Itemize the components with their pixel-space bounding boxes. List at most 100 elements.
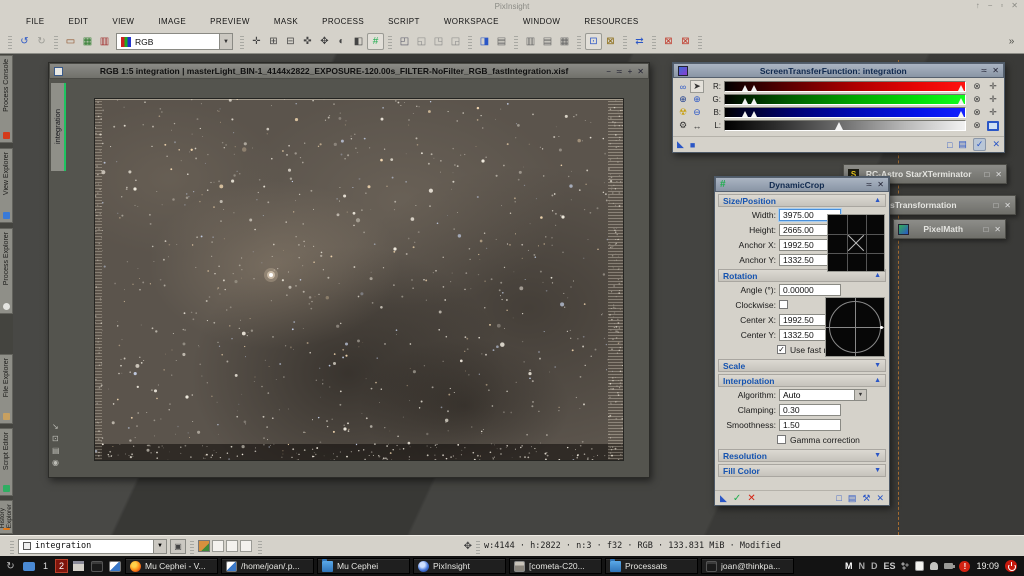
sidebar-item-view-explorer[interactable]: View Explorer xyxy=(0,148,13,223)
task-terminal[interactable]: joan@thinkpa... xyxy=(701,558,794,574)
stf-window[interactable]: ScreenTransferFunction: integration ≍ ✕ … xyxy=(672,62,1005,153)
reset-channel-icon[interactable]: ⊗ xyxy=(969,106,985,119)
task-folder-mu-cephei[interactable]: Mu Cephei xyxy=(317,558,410,574)
select-icon[interactable]: ⊡ xyxy=(52,434,60,443)
cursor-mode-icon[interactable]: ➤ xyxy=(690,80,704,93)
menu-file[interactable]: FILE xyxy=(14,17,57,26)
screen-stretch-icon[interactable]: ▦ xyxy=(79,33,96,50)
split-view-icon[interactable]: ◨ xyxy=(476,33,493,50)
midtone-handle[interactable] xyxy=(751,98,757,104)
menu-image[interactable]: IMAGE xyxy=(146,17,198,26)
resize-icon[interactable]: ↘ xyxy=(52,422,60,431)
expand-icon[interactable]: ▼ xyxy=(874,362,881,369)
stf-slider-b[interactable] xyxy=(724,107,966,118)
section-interpolation[interactable]: Interpolation ▲ xyxy=(718,374,886,387)
new-view-icon[interactable]: ◰ xyxy=(396,33,413,50)
toolbar-overflow-icon[interactable]: » xyxy=(1003,33,1020,50)
anchor-selector-grid[interactable] xyxy=(827,214,885,272)
close-screen-1-icon[interactable]: ⊠ xyxy=(660,33,677,50)
stf-close-icon[interactable]: ✕ xyxy=(992,66,999,75)
reset-channel-icon[interactable]: ⊗ xyxy=(969,119,985,132)
menu-workspace[interactable]: WORKSPACE xyxy=(432,17,511,26)
app-maximize-icon[interactable]: ▫ xyxy=(1000,1,1003,10)
expand-icon[interactable]: ▼ xyxy=(874,467,881,474)
crop-tool-icon[interactable]: # xyxy=(367,33,384,50)
task-cometa[interactable]: [cometa-C20... xyxy=(509,558,602,574)
highlight-handle[interactable] xyxy=(958,111,964,117)
show-desktop-icon[interactable] xyxy=(21,559,36,574)
shadow-handle[interactable] xyxy=(742,98,748,104)
notifications-icon[interactable] xyxy=(930,562,938,570)
highlight-handle[interactable] xyxy=(958,85,964,91)
stf-slider-l[interactable] xyxy=(724,120,966,131)
pixelmath-maximize-icon[interactable]: □ xyxy=(983,225,988,234)
pan-tool-icon[interactable]: ✛ xyxy=(248,33,265,50)
zoom-in-alt-icon[interactable]: ⊕ xyxy=(690,93,704,106)
screen-preview-icon[interactable] xyxy=(985,119,1001,132)
stf-slider-g[interactable] xyxy=(724,94,966,105)
sidebar-item-file-explorer[interactable]: File Explorer xyxy=(0,354,13,424)
workspace-thumb-1[interactable] xyxy=(198,540,210,552)
tray-indicator-n[interactable]: N xyxy=(858,561,865,571)
menu-edit[interactable]: EDIT xyxy=(57,17,101,26)
view-selector[interactable]: integration ▼ xyxy=(18,539,167,554)
highlight-handle[interactable] xyxy=(958,98,964,104)
reset-channel-icon[interactable]: ⊗ xyxy=(969,80,985,93)
image-shade-icon[interactable]: ≍ xyxy=(616,67,623,76)
tray-app-icon[interactable] xyxy=(901,562,909,570)
undo-icon[interactable]: ↺ xyxy=(16,33,33,50)
invert-display-icon[interactable]: ◐ xyxy=(333,33,350,50)
session-refresh-icon[interactable]: ↻ xyxy=(3,559,18,574)
app-restore-icon[interactable]: ↑ xyxy=(976,1,980,10)
starx-maximize-icon[interactable]: □ xyxy=(984,170,989,179)
shadows-range-icon[interactable]: ↔ xyxy=(690,119,704,132)
edit-channel-icon[interactable]: ✛ xyxy=(985,93,1001,106)
app-close-icon[interactable]: ✕ xyxy=(1011,1,1018,10)
curves-close-icon[interactable]: ✕ xyxy=(1004,201,1011,210)
move-tool-icon[interactable]: ✥ xyxy=(316,33,333,50)
edit-channel-icon[interactable]: ✛ xyxy=(985,80,1001,93)
alert-icon[interactable]: ! xyxy=(959,561,970,572)
pages-icon[interactable]: ▤ xyxy=(52,446,60,455)
menu-preview[interactable]: PREVIEW xyxy=(198,17,262,26)
terminal-launcher-icon[interactable] xyxy=(89,559,104,574)
auto-stretch-icon[interactable]: ☢ xyxy=(676,106,690,119)
task-folder-processats[interactable]: Processats xyxy=(605,558,698,574)
reset-icon[interactable]: ✕ xyxy=(992,139,1000,150)
fast-rotations-checkbox[interactable]: ✓ xyxy=(777,345,786,354)
close-view-icon[interactable]: ◲ xyxy=(447,33,464,50)
pixelmath-window[interactable]: PixelMath □ ✕ xyxy=(893,219,1006,239)
task-image-viewer[interactable]: /home/joan/.p... xyxy=(221,558,314,574)
window-cascade-icon[interactable]: ▤ xyxy=(539,33,556,50)
rotation-dial[interactable] xyxy=(825,297,885,357)
menu-mask[interactable]: MASK xyxy=(262,17,310,26)
workspace-2[interactable]: 2 xyxy=(55,559,68,573)
image-window-titlebar[interactable]: RGB 1:5 integration | masterLight_BIN-1_… xyxy=(49,63,649,79)
sidebar-item-process-console[interactable]: Process Console xyxy=(0,55,13,143)
dynamiccrop-window[interactable]: # DynamicCrop ≍ ✕ Size/Position ▲ Width:… xyxy=(714,176,890,506)
image-minimize-icon[interactable]: − xyxy=(606,67,611,76)
stf-titlebar[interactable]: ScreenTransferFunction: integration ≍ ✕ xyxy=(673,63,1004,78)
pixelmath-close-icon[interactable]: ✕ xyxy=(994,225,1001,234)
zoom-out-icon[interactable]: ⊖ xyxy=(690,106,704,119)
task-firefox[interactable]: Mu Cephei - V... xyxy=(125,558,218,574)
viewer-launcher-icon[interactable] xyxy=(107,559,122,574)
battery-icon[interactable] xyxy=(944,563,953,569)
tray-indicator-d[interactable]: D xyxy=(871,561,878,571)
shadow-handle[interactable] xyxy=(742,85,748,91)
edit-stf-icon[interactable]: ⚙ xyxy=(676,119,690,132)
duplicate-view-icon[interactable]: ◳ xyxy=(430,33,447,50)
power-icon[interactable] xyxy=(1005,560,1017,572)
chevron-down-icon[interactable]: ▼ xyxy=(855,389,867,401)
drag-instance-icon[interactable]: ◣ xyxy=(677,139,684,150)
redo-icon[interactable]: ↻ xyxy=(33,33,50,50)
link-rgb-icon[interactable]: ∞ xyxy=(676,80,690,93)
stf-shade-icon[interactable]: ≍ xyxy=(981,66,988,75)
section-scale[interactable]: Scale ▼ xyxy=(718,359,886,372)
midtone-handle[interactable] xyxy=(835,122,843,130)
gamma-correction-checkbox[interactable] xyxy=(777,435,786,444)
color-management-icon[interactable]: ⊠ xyxy=(602,33,619,50)
task-pixinsight[interactable]: PixInsight xyxy=(413,558,506,574)
view-list-button[interactable]: ▣ xyxy=(170,539,186,554)
zoom-in-icon[interactable]: ⊕ xyxy=(676,93,690,106)
